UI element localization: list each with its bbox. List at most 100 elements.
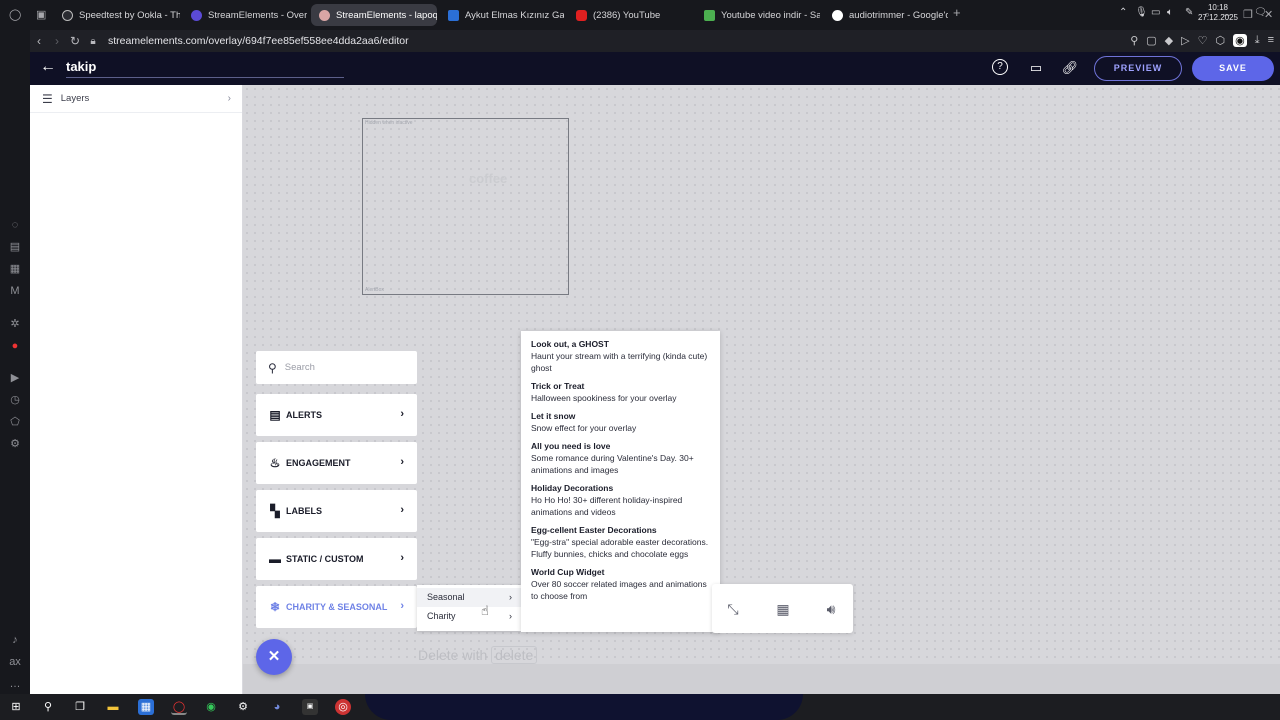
sidebar-tabs-icon[interactable]: ▦: [9, 263, 21, 275]
volume-icon[interactable]: 🔊︎: [822, 600, 840, 618]
address-bar: ‹ › ↻ 🔒︎ streamelements.com/overlay/694f…: [30, 30, 1280, 52]
sidebar-history-icon[interactable]: ◷: [9, 394, 21, 406]
submenu-charity[interactable]: Charity ›: [417, 607, 521, 626]
steam-icon[interactable]: ⚙: [235, 699, 251, 715]
widget-title: World Cup Widget: [531, 567, 605, 577]
tab-youtube[interactable]: (2386) YouTube: [568, 4, 692, 26]
opera-taskbar-icon[interactable]: ◯: [171, 699, 187, 715]
tab-streamelements-overlays[interactable]: StreamElements - Overla: [183, 4, 307, 26]
widget-search[interactable]: ⚲: [256, 351, 417, 384]
microphone-icon[interactable]: 🎙︎: [1135, 7, 1148, 18]
layers-label: Layers: [60, 93, 90, 104]
seasonal-widget-let-it-snow[interactable]: Let it snow Snow effect for your overlay: [531, 411, 720, 434]
new-tab-button[interactable]: +: [953, 6, 961, 20]
sidebar-player-icon[interactable]: ▶: [9, 372, 21, 384]
store-icon[interactable]: ▦: [138, 699, 154, 715]
discord-icon[interactable]: ◕: [269, 699, 285, 715]
sidebar-opera-icon[interactable]: ●: [9, 340, 21, 352]
menu-icon[interactable]: ≡: [1268, 34, 1274, 47]
save-button[interactable]: SAVE: [1192, 56, 1274, 81]
category-label: ALERTS: [286, 410, 322, 420]
sidebar-settings-icon[interactable]: ⚙: [9, 438, 21, 450]
preview-button[interactable]: PREVIEW: [1094, 56, 1182, 81]
sidebar-m-icon[interactable]: M: [9, 285, 21, 297]
whatsapp-icon[interactable]: ◉: [203, 699, 219, 715]
link-icon[interactable]: 🔗︎: [1061, 59, 1079, 77]
close-widget-menu-button[interactable]: ✕: [256, 639, 292, 675]
category-label: STATIC / CUSTOM: [286, 554, 364, 564]
category-alerts[interactable]: ▤ ALERTS ›: [256, 394, 417, 436]
game-launcher-icon[interactable]: ▣: [302, 699, 318, 715]
back-arrow-icon[interactable]: ←: [40, 58, 56, 76]
obs-icon[interactable]: ◎: [335, 699, 351, 715]
sidebar-more-icon[interactable]: …: [9, 678, 21, 690]
sidebar-chatgpt-icon[interactable]: ✲: [9, 318, 21, 330]
streamelements-favicon-icon: [191, 9, 202, 21]
task-view-icon[interactable]: ❐: [72, 699, 88, 715]
widget-description: Haunt your stream with a terrifying (kin…: [531, 351, 708, 373]
layers-header[interactable]: ☰ Layers ›: [30, 85, 242, 113]
extensions-icon[interactable]: ⬡: [1215, 34, 1225, 47]
widget-description: "Egg-stra" special adorable easter decor…: [531, 537, 709, 559]
file-explorer-icon[interactable]: ▬: [105, 699, 121, 715]
charity-seasonal-submenu: Seasonal › Charity ›: [417, 585, 521, 631]
snapshot-icon[interactable]: ▢: [1146, 34, 1156, 47]
tab-label: StreamElements - Overla: [208, 9, 307, 21]
seasonal-widget-world-cup[interactable]: World Cup Widget Over 80 soccer related …: [531, 567, 720, 602]
network-icon[interactable]: ▭: [1151, 7, 1160, 18]
seasonal-widget-love[interactable]: All you need is love Some romance during…: [531, 441, 720, 476]
seasonal-widget-easter-decorations[interactable]: Egg-cellent Easter Decorations "Egg-stra…: [531, 525, 720, 560]
seasonal-widget-holiday-decorations[interactable]: Holiday Decorations Ho Ho Ho! 30+ differ…: [531, 483, 720, 518]
notifications-icon[interactable]: 🗨︎: [1254, 7, 1267, 18]
seasonal-widget-ghost[interactable]: Look out, a GHOST Haunt your stream with…: [531, 339, 720, 374]
category-static-custom[interactable]: ▬ STATIC / CUSTOM ›: [256, 538, 417, 580]
alertbox-widget[interactable]: Hidden when inactive coffee AlertBox: [362, 118, 569, 295]
tab-streamelements-editor[interactable]: StreamElements - lapoq: [311, 4, 437, 26]
pin-icon[interactable]: ⚲: [1130, 34, 1138, 47]
reload-icon[interactable]: ↻: [66, 34, 84, 48]
url-field[interactable]: streamelements.com/overlay/694f7ee85ef55…: [108, 35, 409, 47]
overlay-name-input[interactable]: takip: [66, 59, 344, 78]
tab-audiotrimmer-google[interactable]: audiotrimmer - Google'da: [824, 4, 948, 26]
canvas-toolbar: ⤡ ▦ 🔊︎: [712, 584, 853, 633]
start-icon[interactable]: ⊞: [8, 699, 24, 715]
widget-visibility-label: Hidden when inactive: [365, 120, 413, 126]
chevron-right-icon: ›: [400, 456, 404, 468]
category-engagement[interactable]: ♨ ENGAGEMENT ›: [256, 442, 417, 484]
taskbar-search-icon[interactable]: ⚲: [40, 699, 56, 715]
search-input[interactable]: [284, 362, 395, 373]
shield-icon[interactable]: ◆: [1165, 34, 1173, 47]
play-icon[interactable]: ▷: [1181, 34, 1189, 47]
chevron-right-icon[interactable]: ›: [228, 93, 231, 104]
downloads-icon[interactable]: ⤓: [1255, 34, 1260, 47]
speaker-icon[interactable]: 🔈︎: [1167, 7, 1173, 18]
tray-chevron-icon[interactable]: ⌃: [1119, 7, 1127, 18]
grid-icon[interactable]: ▦: [774, 600, 792, 618]
help-icon[interactable]: ?: [992, 59, 1008, 75]
tab-aykut-elmas[interactable]: Aykut Elmas Kızınız Galib: [440, 4, 564, 26]
seasonal-widget-trick-or-treat[interactable]: Trick or Treat Halloween spookiness for …: [531, 381, 720, 404]
opera-logo-icon[interactable]: ◯: [9, 8, 21, 22]
profile-icon[interactable]: ◉: [1233, 34, 1247, 47]
pen-icon[interactable]: ✎: [1185, 7, 1193, 18]
tab-workspaces-icon[interactable]: ▣: [36, 8, 46, 22]
category-charity-seasonal[interactable]: ❄ CHARITY & SEASONAL ›: [256, 586, 417, 628]
forward-icon[interactable]: ›: [48, 34, 66, 48]
back-icon[interactable]: ‹: [30, 34, 48, 48]
heart-icon[interactable]: ♡: [1198, 34, 1208, 47]
delete-key-badge: delete: [491, 646, 538, 664]
tab-speedtest[interactable]: Speedtest by Ookla - The: [54, 4, 180, 26]
fit-screen-icon[interactable]: ⤡: [724, 600, 742, 618]
category-labels[interactable]: ▚ LABELS ›: [256, 490, 417, 532]
submenu-seasonal[interactable]: Seasonal ›: [417, 588, 521, 607]
taskbar-clock[interactable]: 10:18 27.12.2025: [1198, 3, 1238, 23]
sidebar-music-icon[interactable]: ♪: [9, 634, 21, 646]
sidebar-extensions-icon[interactable]: ⬠: [9, 416, 21, 428]
maximize-icon[interactable]: ❐: [1243, 8, 1253, 22]
monitor-icon[interactable]: ▭: [1027, 59, 1045, 77]
delete-hint-text: Delete with: [418, 647, 488, 663]
sidebar-ax-icon[interactable]: ax: [9, 656, 21, 668]
sidebar-aria-icon[interactable]: ◌: [9, 219, 21, 231]
sidebar-pinboard-icon[interactable]: ▤: [9, 241, 21, 253]
tab-youtube-video-indir[interactable]: Youtube video indir - Sav: [696, 4, 820, 26]
